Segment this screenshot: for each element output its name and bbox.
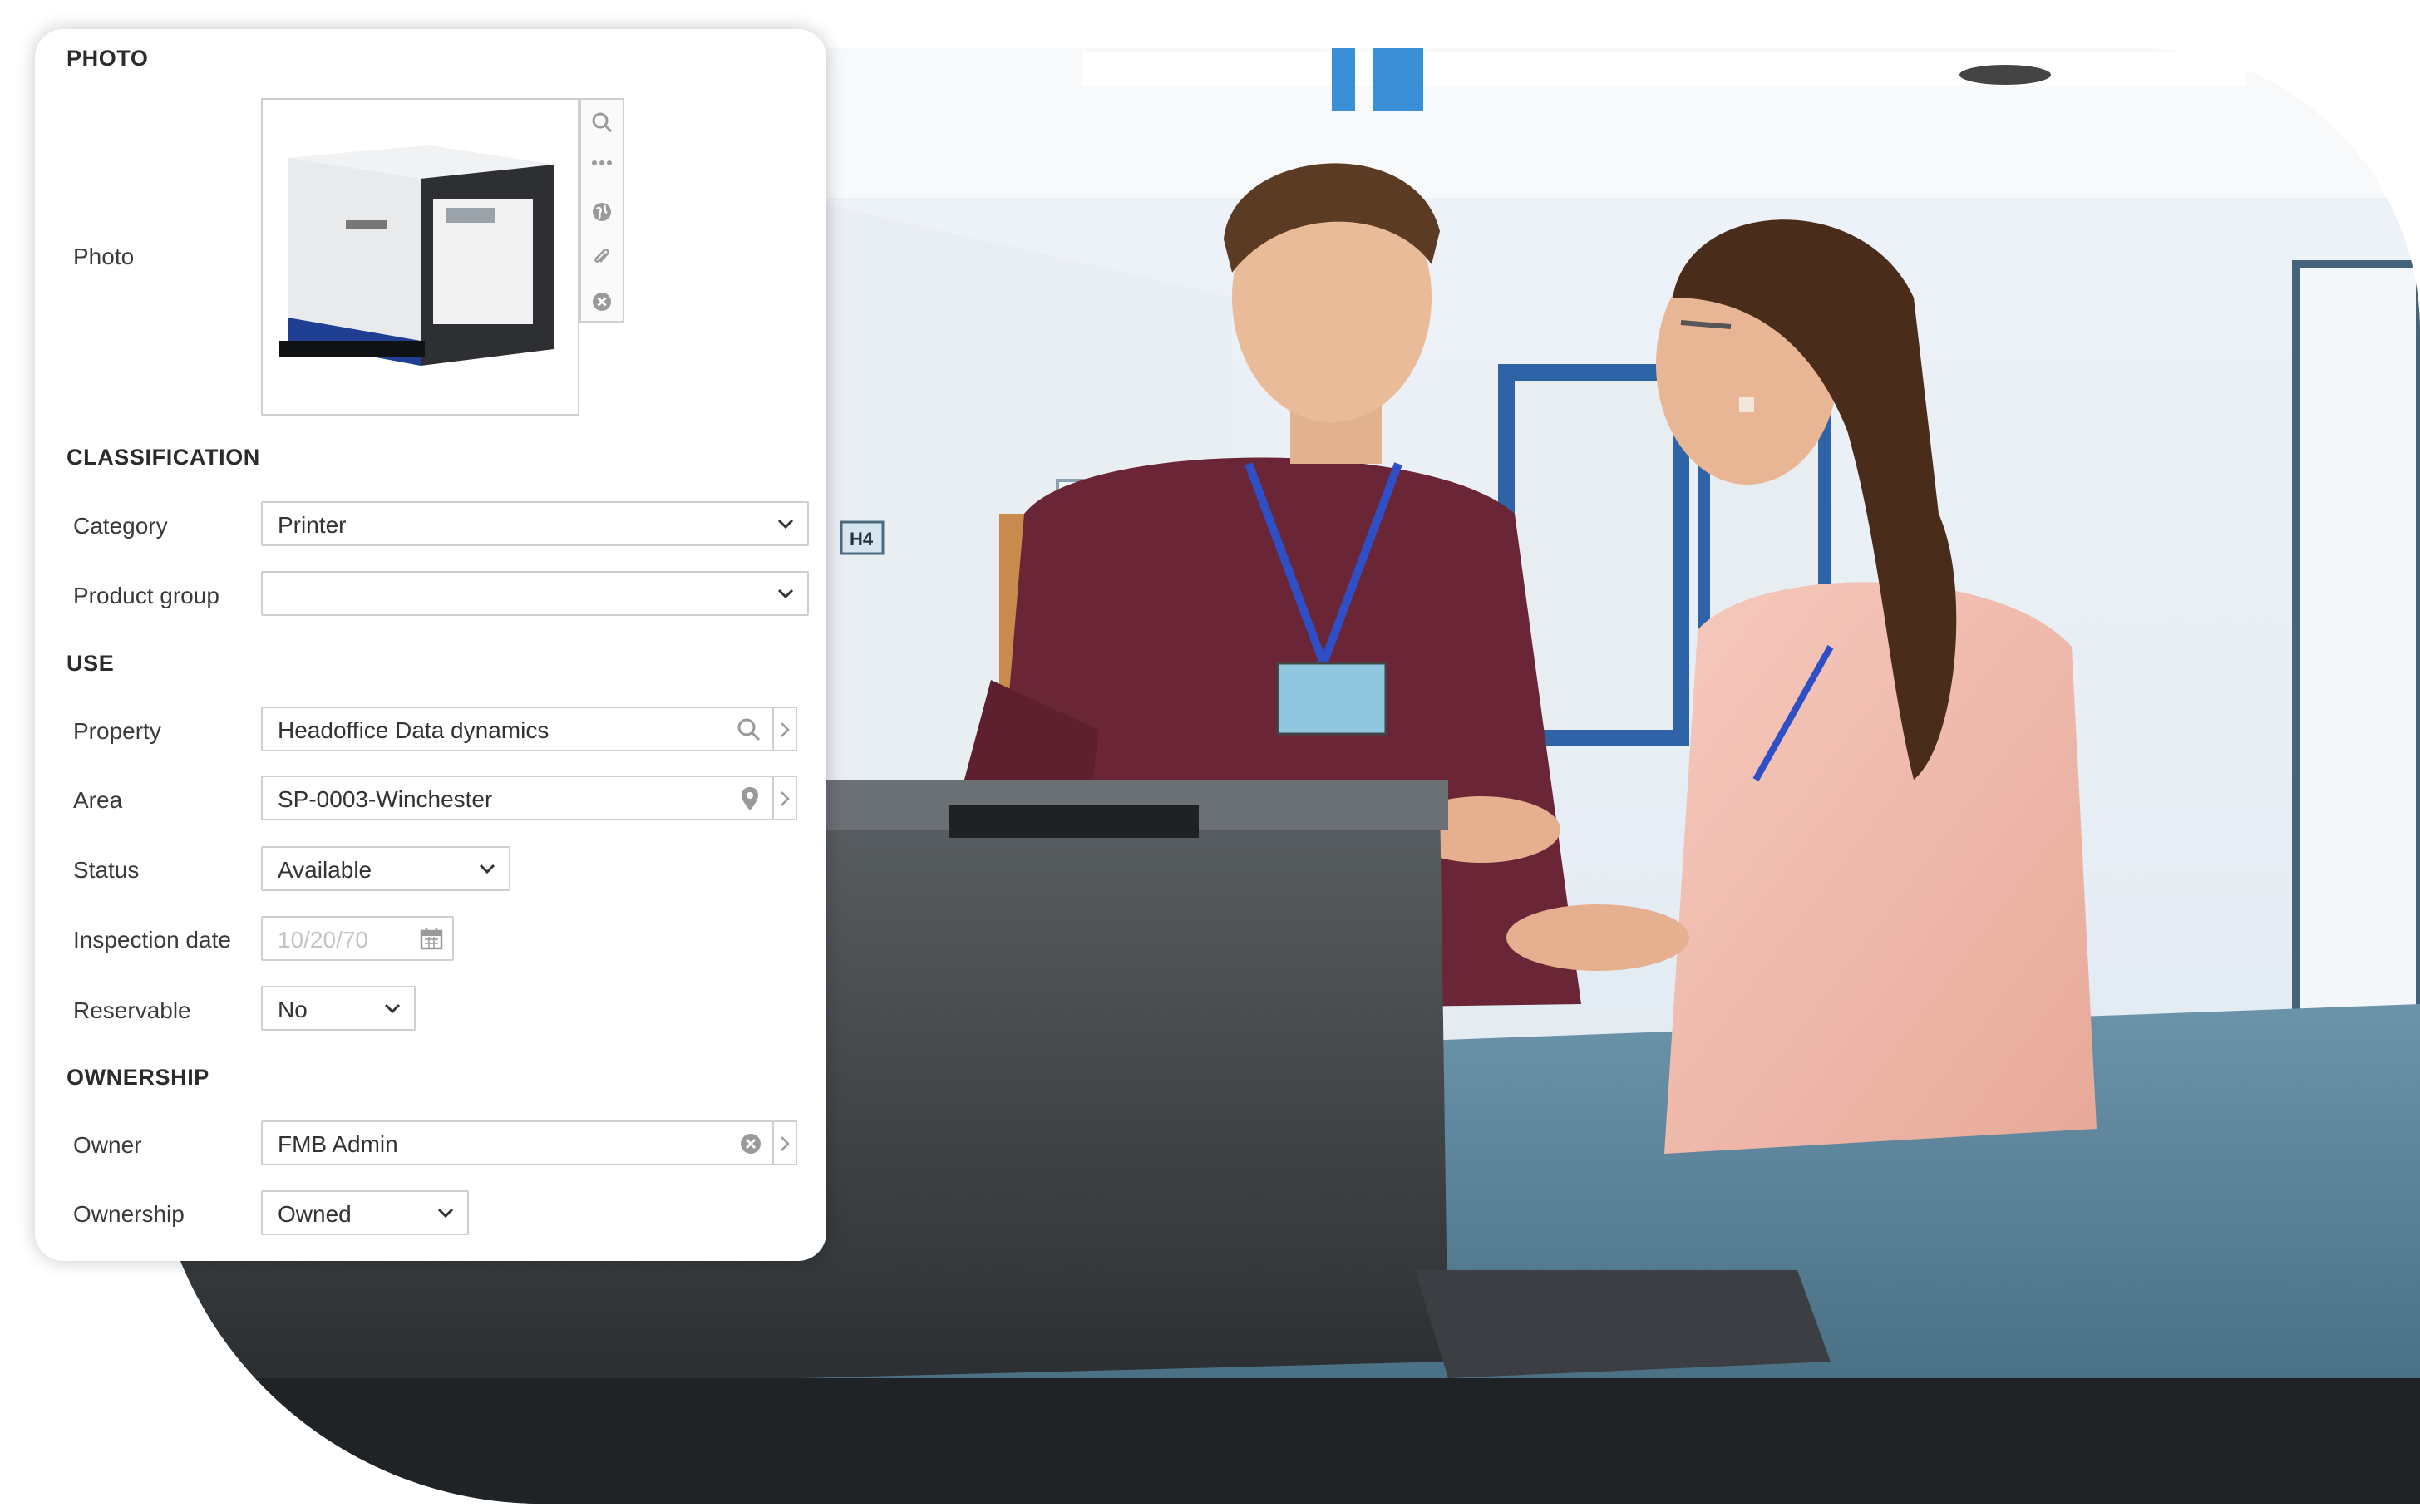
- photo-attach-button[interactable]: [581, 234, 623, 279]
- reservable-value: No: [278, 997, 308, 1022]
- category-value: Printer: [278, 512, 347, 538]
- property-label: Property: [73, 718, 161, 744]
- category-select[interactable]: Printer: [261, 501, 809, 546]
- status-select[interactable]: Available: [261, 846, 510, 891]
- paperclip-icon: [594, 249, 609, 263]
- area-value: SP-0003-Winchester: [278, 786, 493, 812]
- photo-thumbnail[interactable]: [261, 98, 579, 416]
- product-group-label: Product group: [73, 583, 219, 608]
- ownership-value: Owned: [278, 1201, 352, 1227]
- owner-label: Owner: [73, 1132, 142, 1158]
- door-sign: H4: [850, 529, 874, 549]
- chevron-right-icon: [781, 1136, 790, 1151]
- chevron-down-icon: [777, 589, 794, 599]
- section-title-classification: CLASSIFICATION: [67, 445, 260, 470]
- chevron-right-icon: [781, 791, 790, 806]
- status-value: Available: [278, 857, 372, 883]
- area-open-button[interactable]: [774, 776, 797, 820]
- category-label: Category: [73, 513, 168, 539]
- calendar-icon[interactable]: [419, 926, 444, 951]
- globe-icon: [593, 203, 611, 221]
- printer-image: [279, 145, 554, 366]
- ownership-label: Ownership: [73, 1201, 185, 1227]
- remove-icon: [593, 293, 611, 311]
- photo-web-button[interactable]: [581, 190, 623, 234]
- more-icon: [592, 160, 612, 165]
- section-title-ownership: OWNERSHIP: [67, 1065, 209, 1090]
- owner-open-button[interactable]: [774, 1120, 797, 1165]
- area-field[interactable]: SP-0003-Winchester: [261, 776, 774, 820]
- asset-form-card: PHOTO Photo CLASSIFICATION Category Prin…: [35, 29, 826, 1261]
- section-title-photo: PHOTO: [67, 46, 149, 71]
- property-field[interactable]: Headoffice Data dynamics: [261, 707, 774, 751]
- ownership-select[interactable]: Owned: [261, 1190, 469, 1235]
- chevron-down-icon: [479, 864, 495, 874]
- search-icon[interactable]: [736, 717, 762, 743]
- chevron-down-icon: [437, 1208, 454, 1219]
- owner-value: FMB Admin: [278, 1131, 398, 1157]
- chevron-right-icon: [781, 722, 790, 737]
- chevron-down-icon: [384, 1003, 401, 1014]
- area-label: Area: [73, 787, 123, 813]
- map-pin-icon[interactable]: [739, 786, 761, 812]
- photo-remove-button[interactable]: [581, 279, 623, 324]
- owner-field[interactable]: FMB Admin: [261, 1120, 774, 1165]
- inspection-date-placeholder: 10/20/70: [278, 927, 368, 953]
- photo-search-button[interactable]: [581, 100, 623, 145]
- reservable-select[interactable]: No: [261, 986, 416, 1031]
- clear-icon[interactable]: [739, 1132, 762, 1155]
- property-open-button[interactable]: [774, 707, 797, 751]
- inspection-date-label: Inspection date: [73, 927, 231, 953]
- status-label: Status: [73, 857, 140, 883]
- photo-toolbar: [579, 98, 624, 323]
- photo-label: Photo: [73, 244, 135, 269]
- product-group-select[interactable]: [261, 571, 809, 616]
- search-icon: [592, 112, 613, 133]
- chevron-down-icon: [777, 519, 794, 529]
- inspection-date-field[interactable]: 10/20/70: [261, 916, 454, 961]
- photo-more-button[interactable]: [581, 145, 623, 190]
- reservable-label: Reservable: [73, 997, 191, 1023]
- property-value: Headoffice Data dynamics: [278, 717, 550, 743]
- section-title-use: USE: [67, 651, 115, 676]
